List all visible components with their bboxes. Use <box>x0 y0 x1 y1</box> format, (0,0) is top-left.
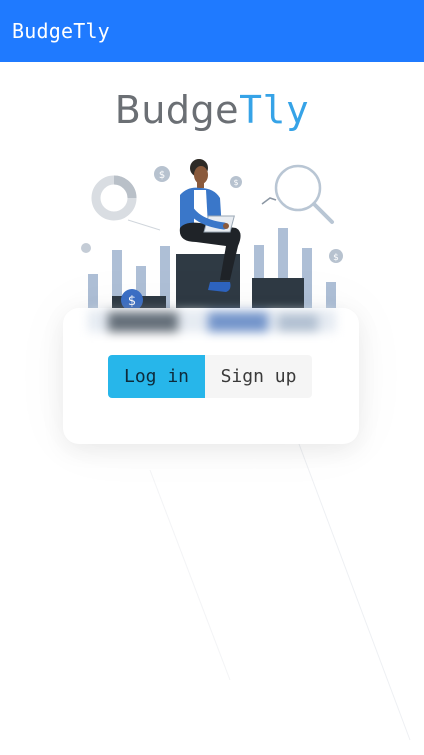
finance-illustration: $ $ $ $ <box>81 159 343 311</box>
svg-text:$: $ <box>333 253 339 263</box>
brand-logo: BudgeTly <box>0 88 424 132</box>
bar-chart-bar <box>326 282 336 308</box>
brand-name-part1: Budge <box>114 88 240 132</box>
blurred-reflection <box>88 310 336 332</box>
svg-text:$: $ <box>159 170 165 181</box>
login-button[interactable]: Log in <box>108 355 205 398</box>
bar-chart-bar <box>88 274 98 308</box>
dollar-coin-icon <box>81 243 91 253</box>
dollar-coin-icon: $ <box>329 249 343 263</box>
brand-name-part2: Tly <box>239 88 310 132</box>
magnifier-icon <box>261 164 334 224</box>
pie-chart-icon <box>91 175 161 231</box>
auth-toggle: Log in Sign up <box>108 355 312 398</box>
dollar-coin-icon: $ <box>230 176 242 188</box>
dollar-coin-icon: $ <box>154 166 170 182</box>
svg-text:$: $ <box>233 178 238 187</box>
signup-button[interactable]: Sign up <box>205 355 312 398</box>
app-screen: BudgeTly BudgeTly $ $ $ $ Log in Sign up <box>0 0 424 755</box>
